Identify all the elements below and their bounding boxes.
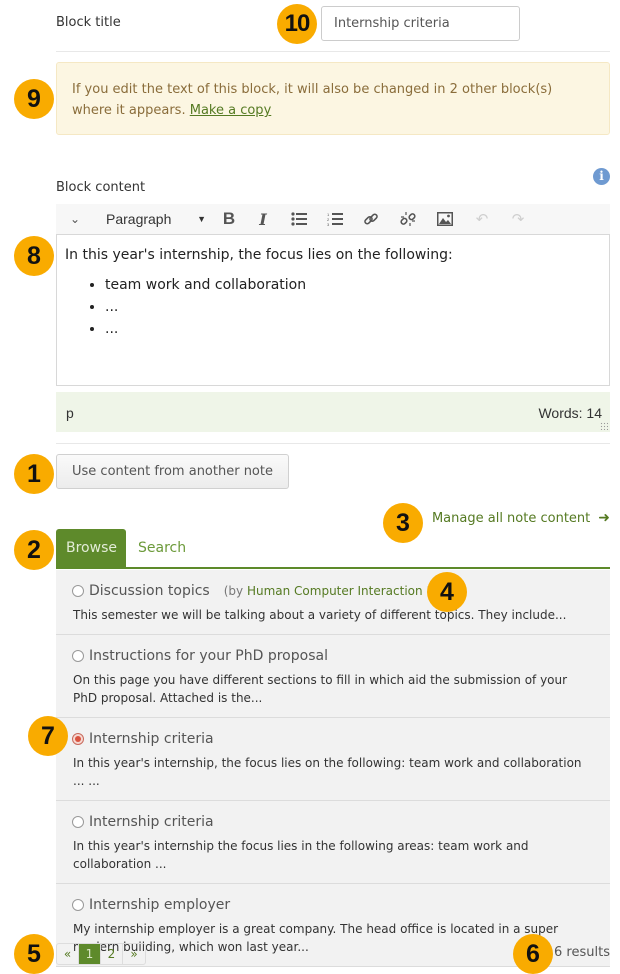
block-title-input[interactable] (321, 6, 520, 41)
callout-badge: 6 (513, 934, 553, 974)
callout-badge: 8 (14, 236, 54, 276)
image-icon[interactable] (426, 204, 464, 234)
numbered-list-icon[interactable]: 123 (318, 204, 352, 234)
divider (56, 51, 610, 52)
pagination-page-1[interactable]: 1 (79, 944, 101, 964)
list-item[interactable]: Discussion topics (by Human Computer Int… (56, 570, 610, 635)
manage-all-note-content-link[interactable]: Manage all note content ➜ (432, 510, 610, 526)
editor-bullet: ... (105, 319, 601, 340)
tab-search[interactable]: Search (128, 529, 196, 567)
word-count: Words: 14 (538, 405, 602, 421)
link-icon[interactable] (352, 204, 390, 234)
editor-paragraph: In this year's internship, the focus lie… (65, 247, 453, 263)
rich-text-editor[interactable]: In this year's internship, the focus lie… (56, 234, 610, 386)
list-item[interactable]: Internship criteria In this year's inter… (56, 718, 610, 801)
make-a-copy-link[interactable]: Make a copy (190, 103, 272, 118)
note-title: Discussion topics (89, 583, 210, 599)
svg-text:3: 3 (327, 222, 330, 226)
chevron-down-icon[interactable]: ⌄ (56, 204, 94, 234)
note-radio[interactable] (72, 899, 84, 911)
editor-bullet: team work and collaboration (105, 275, 601, 296)
list-item[interactable]: Instructions for your PhD proposal On th… (56, 635, 610, 718)
note-description: On this page you have different sections… (73, 673, 568, 705)
callout-badge: 7 (28, 716, 68, 756)
undo-icon[interactable]: ↶ (464, 204, 500, 234)
note-tabs: Browse Search (56, 529, 610, 569)
note-owner: (by Human Computer Interaction 101) (224, 584, 454, 598)
note-title: Internship criteria (89, 814, 214, 830)
bold-icon[interactable]: B (212, 204, 246, 234)
owner-prefix: (by (223, 584, 247, 598)
arrow-right-icon: ➜ (598, 510, 610, 526)
callout-badge: 3 (383, 503, 423, 543)
note-description: This semester we will be talking about a… (73, 608, 567, 622)
owner-link[interactable]: Human Computer Interaction 101 (247, 584, 449, 598)
block-content-label: Block content (56, 180, 146, 195)
note-radio[interactable] (72, 585, 84, 597)
divider (56, 443, 610, 444)
callout-badge: 2 (14, 530, 54, 570)
pagination-next[interactable]: » (123, 944, 145, 964)
format-select-value: Paragraph (106, 211, 172, 227)
element-path[interactable]: p (66, 405, 74, 421)
pagination-prev[interactable]: « (57, 944, 79, 964)
manage-link-label: Manage all note content (431, 510, 591, 526)
bulleted-list-icon[interactable] (280, 204, 318, 234)
info-icon[interactable]: i (593, 168, 610, 185)
note-title: Instructions for your PhD proposal (89, 648, 328, 664)
tab-browse[interactable]: Browse (56, 529, 126, 567)
list-item[interactable]: Internship criteria In this year's inter… (56, 801, 610, 884)
caret-down-icon: ▼ (197, 214, 206, 224)
pagination-page-2[interactable]: 2 (101, 944, 123, 964)
italic-icon[interactable]: I (246, 204, 280, 234)
callout-badge: 1 (14, 454, 54, 494)
shared-block-alert: If you edit the text of this block, it w… (56, 62, 610, 135)
use-content-from-another-note-button[interactable]: Use content from another note (56, 454, 289, 489)
format-select[interactable]: Paragraph ▼ (94, 204, 212, 234)
callout-badge: 4 (427, 572, 467, 612)
resize-handle[interactable] (600, 422, 608, 430)
block-title-label: Block title (56, 15, 121, 30)
callout-badge: 5 (14, 934, 54, 974)
note-title: Internship criteria (89, 731, 214, 747)
note-radio-selected[interactable] (72, 733, 84, 745)
pagination: « 1 2 » (56, 943, 146, 965)
results-count: 6 results (554, 945, 610, 960)
editor-bullet: ... (105, 297, 601, 318)
alert-text: If you edit the text of this block, it w… (72, 82, 553, 118)
editor-bullet-list: team work and collaboration ... ... (65, 275, 601, 340)
note-title: Internship employer (89, 897, 231, 913)
note-description: In this year's internship the focus lies… (73, 839, 529, 871)
editor-statusbar: p Words: 14 (56, 392, 610, 432)
notes-list: Discussion topics (by Human Computer Int… (56, 570, 610, 967)
note-radio[interactable] (72, 816, 84, 828)
callout-badge: 10 (277, 4, 317, 44)
note-radio[interactable] (72, 650, 84, 662)
note-description: In this year's internship, the focus lie… (73, 756, 582, 788)
editor-toolbar: ⌄ Paragraph ▼ B I 123 ↶ ↷ (56, 204, 610, 234)
unlink-icon[interactable] (390, 204, 426, 234)
callout-badge: 9 (14, 79, 54, 119)
redo-icon[interactable]: ↷ (500, 204, 536, 234)
